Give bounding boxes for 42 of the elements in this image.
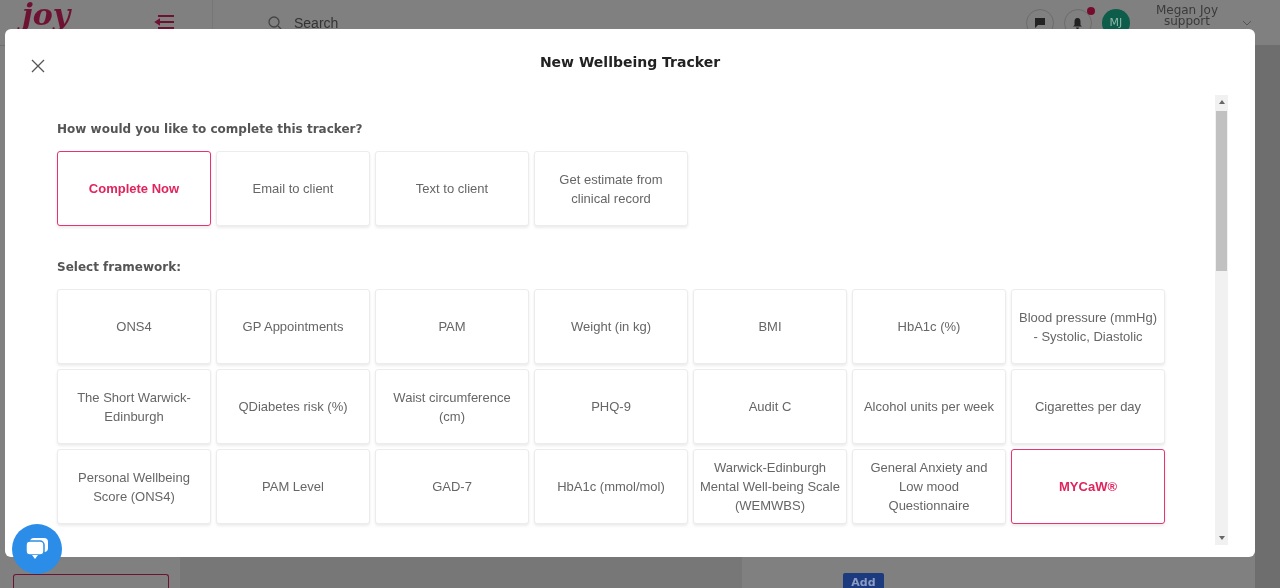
user-role: support (1163, 16, 1210, 27)
framework-option[interactable]: Personal Wellbeing Score (ONS4) (57, 449, 211, 524)
framework-option[interactable]: Weight (in kg) (534, 289, 688, 364)
framework-option[interactable]: HbA1c (mmol/mol) (534, 449, 688, 524)
scrollbar[interactable] (1215, 95, 1228, 545)
framework-option[interactable]: MYCaW® (1011, 449, 1165, 524)
framework-option[interactable]: Alcohol units per week (852, 369, 1006, 444)
framework-option[interactable]: Cigarettes per day (1011, 369, 1165, 444)
search-field[interactable]: Search (292, 13, 496, 32)
framework-option[interactable]: PHQ-9 (534, 369, 688, 444)
outline-button[interactable] (13, 574, 169, 588)
method-option[interactable]: Complete Now (57, 151, 211, 226)
framework-option[interactable]: General Anxiety and Low mood Questionnaire (852, 449, 1006, 524)
scroll-up-icon[interactable] (1217, 98, 1226, 106)
add-button[interactable]: Add (843, 573, 884, 588)
method-option[interactable]: Text to client (375, 151, 529, 226)
framework-option[interactable]: ONS4 (57, 289, 211, 364)
framework-option[interactable]: QDiabetes risk (%) (216, 369, 370, 444)
framework-option[interactable]: PAM Level (216, 449, 370, 524)
search-icon (268, 15, 282, 30)
framework-option[interactable]: GP Appointments (216, 289, 370, 364)
close-button[interactable] (29, 57, 47, 75)
framework-option[interactable]: The Short Warwick-Edinburgh (57, 369, 211, 444)
framework-option[interactable]: BMI (693, 289, 847, 364)
bell-icon (1072, 16, 1084, 29)
framework-option[interactable]: Blood pressure (mmHg) - Systolic, Diastolic (1011, 289, 1165, 364)
framework-option[interactable]: GAD-7 (375, 449, 529, 524)
framework-prompt: Select framework: (57, 260, 182, 274)
framework-option[interactable]: Warwick-Edinburgh Mental Well-being Scale (WEMWBS) (693, 449, 847, 524)
speech-bubbles-icon (24, 537, 50, 561)
framework-option[interactable]: PAM (375, 289, 529, 364)
scrollbar-thumb[interactable] (1216, 111, 1227, 271)
menu-icon[interactable] (152, 14, 174, 30)
framework-option[interactable]: Waist circumference (cm) (375, 369, 529, 444)
modal-title: New Wellbeing Tracker (539, 54, 721, 70)
method-option[interactable]: Email to client (216, 151, 370, 226)
method-prompt: How would you like to complete this tracker? (57, 122, 364, 136)
user-name: Megan Joy (1155, 5, 1218, 16)
framework-option[interactable]: HbA1c (%) (852, 289, 1006, 364)
method-option[interactable]: Get estimate from clinical record (534, 151, 688, 226)
scroll-down-icon[interactable] (1217, 534, 1226, 542)
framework-option[interactable]: Audit C (693, 369, 847, 444)
